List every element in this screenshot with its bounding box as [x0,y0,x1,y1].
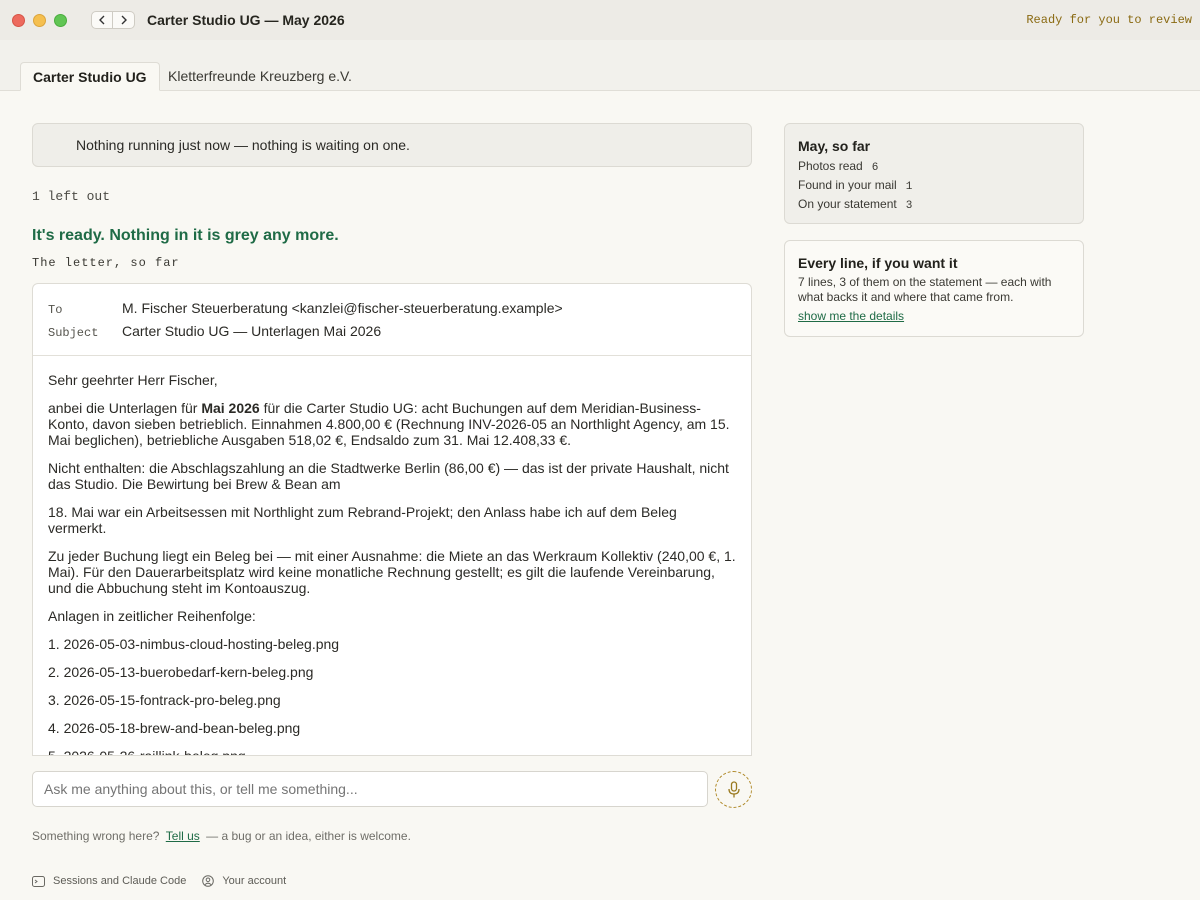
minimize-window-button[interactable] [33,13,46,27]
letter-header: To M. Fischer Steuerberatung <kanzlei@fi… [33,284,751,356]
month-summary-card: May, so far Photos read 6 Found in your … [784,123,1084,224]
tell-us-link[interactable]: Tell us [166,829,200,843]
ready-message: It's ready. Nothing in it is grey any mo… [32,227,339,244]
sessions-link[interactable]: Sessions and Claude Code [32,875,186,887]
stat-value: 6 [871,162,879,174]
footer: Sessions and Claude Code Your account [32,875,302,887]
stat-photos-read: Photos read 6 [798,159,878,174]
attachment-item: 1. 2026-05-03-nimbus-cloud-hosting-beleg… [48,636,340,652]
left-out-count[interactable]: 1 left out [32,189,110,204]
tab-kletterfreunde[interactable]: Kletterfreunde Kreuzberg e.V. [156,62,364,91]
subject-row: Subject Carter Studio UG — Unterlagen Ma… [48,323,381,340]
letter-greeting: Sehr geehrter Herr Fischer, [48,372,218,388]
letter-paragraph: anbei die Unterlagen für Mai 2026 für di… [48,400,736,448]
attachment-item: 5. 2026-05-26-raillink-beleg.png [48,748,246,756]
to-row: To M. Fischer Steuerberatung <kanzlei@fi… [48,300,563,317]
back-button[interactable] [91,11,113,29]
feedback-text: — a bug or an idea, either is welcome. [206,829,411,843]
history-nav [91,11,135,29]
summary-title: May, so far [798,138,871,154]
to-label: To [48,303,63,317]
subject-label: Subject [48,326,99,340]
chevron-left-icon [99,15,105,25]
stat-label: On your statement [798,197,897,211]
month-highlight: Mai 2026 [201,400,260,416]
feedback-line: Something wrong here? Tell us — a bug or… [32,829,411,843]
window-controls [12,13,67,27]
status-indicator: Ready for you to review [1026,13,1192,27]
account-label: Your account [222,875,287,887]
attachment-item: 3. 2026-05-15-fontrack-pro-beleg.png [48,692,281,708]
stat-label: Found in your mail [798,178,897,192]
chevron-right-icon [121,15,127,25]
text-span: anbei die Unterlagen für [48,400,202,416]
stat-on-statement: On your statement 3 [798,197,912,212]
activity-notice: Nothing running just now — nothing is wa… [32,123,752,167]
details-description: 7 lines, 3 of them on the statement — ea… [798,275,1052,304]
feedback-text: Something wrong here? [32,829,160,843]
details-card: Every line, if you want it 7 lines, 3 of… [784,240,1084,337]
show-details-link[interactable]: show me the details [798,309,904,323]
forward-button[interactable] [113,11,135,29]
attachment-item: 2. 2026-05-13-buerobedarf-kern-beleg.png [48,664,314,680]
terminal-icon [32,875,45,887]
account-icon [202,875,215,887]
stat-label: Photos read [798,159,863,173]
title-bar: Carter Studio UG — May 2026 Ready for yo… [0,0,1200,40]
tab-strip: Carter Studio UG Kletterfreunde Kreuzber… [0,40,1200,91]
window-title: Carter Studio UG — May 2026 [147,12,345,28]
account-link[interactable]: Your account [202,875,286,887]
stat-found-in-mail: Found in your mail 1 [798,178,912,193]
microphone-icon [727,780,740,797]
to-value: M. Fischer Steuerberatung <kanzlei@fisch… [122,300,563,316]
details-title: Every line, if you want it [798,255,958,271]
letter-section-label: The letter, so far [32,256,180,270]
close-window-button[interactable] [12,13,25,27]
attachment-item: 4. 2026-05-18-brew-and-bean-beleg.png [48,720,301,736]
letter-draft: To M. Fischer Steuerberatung <kanzlei@fi… [32,283,752,756]
sessions-label: Sessions and Claude Code [53,875,187,887]
letter-body: Sehr geehrter Herr Fischer, anbei die Un… [33,356,751,756]
ask-input[interactable] [32,771,708,807]
stat-value: 3 [905,200,913,212]
attachments-intro: Anlagen in zeitlicher Reihenfolge: [48,608,256,624]
letter-paragraph: Nicht enthalten: die Abschlagszahlung an… [48,460,729,492]
letter-paragraph: 18. Mai war ein Arbeitsessen mit Northli… [48,504,677,536]
tab-carter-studio[interactable]: Carter Studio UG [20,62,160,91]
voice-input-button[interactable] [715,771,752,808]
letter-paragraph: Zu jeder Buchung liegt ein Beleg bei — m… [48,548,736,596]
stat-value: 1 [905,181,913,193]
subject-value: Carter Studio UG — Unterlagen Mai 2026 [122,323,382,339]
maximize-window-button[interactable] [54,13,67,27]
